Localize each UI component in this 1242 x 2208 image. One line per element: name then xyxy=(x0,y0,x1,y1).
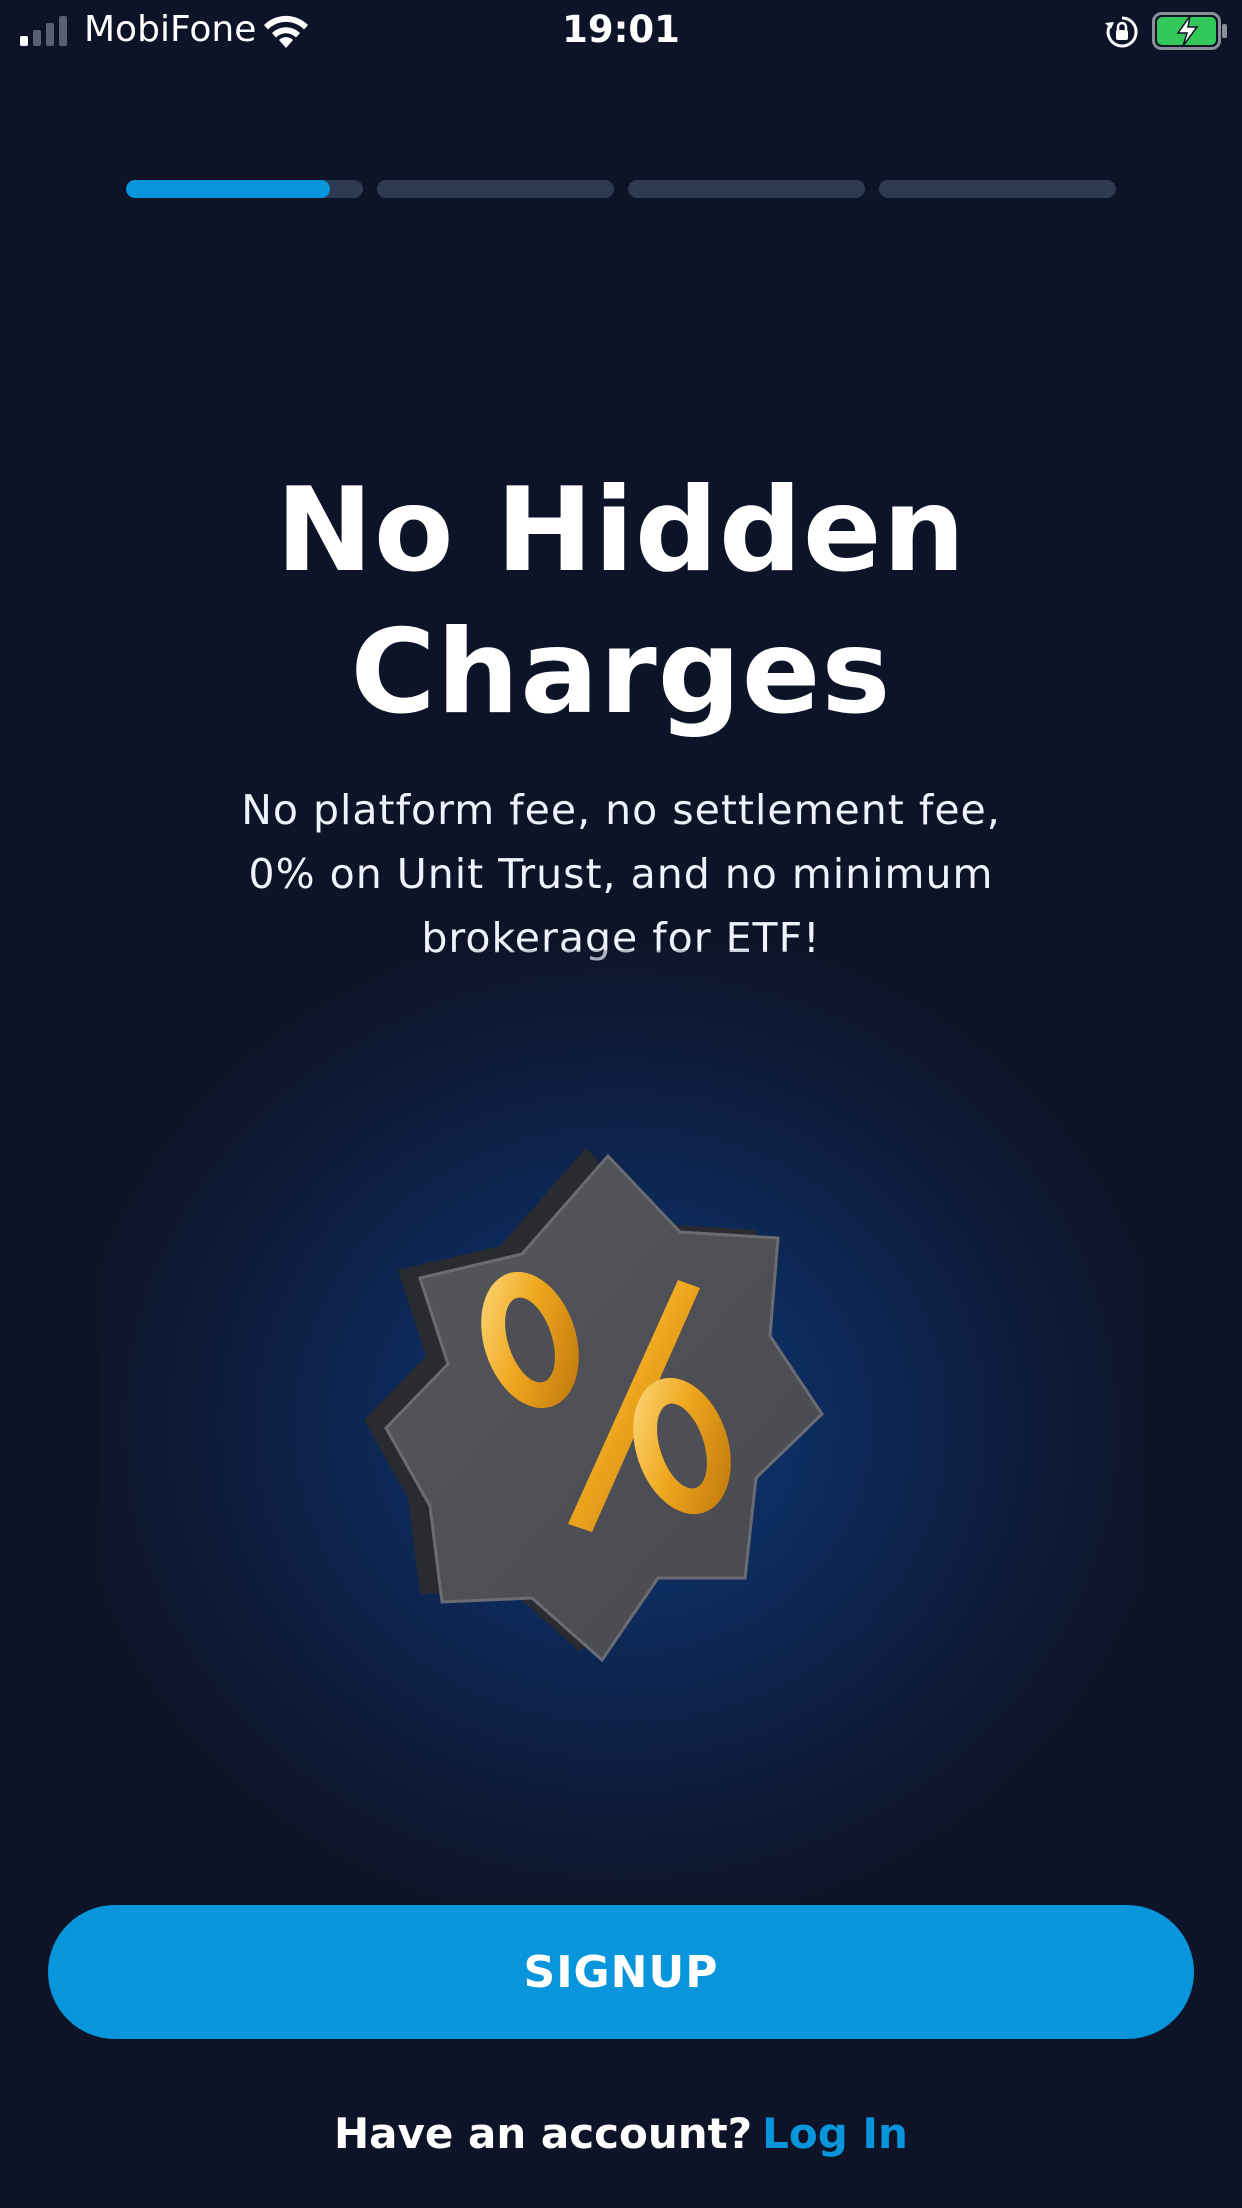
status-bar: MobiFone 19:01 xyxy=(0,0,1242,62)
subtitle-line-1: No platform fee, no settlement fee, xyxy=(241,786,1001,834)
page-title: No Hidden Charges xyxy=(0,460,1242,744)
progress-step-1-fill xyxy=(126,180,330,198)
have-account-text: Have an account? xyxy=(334,2109,753,2158)
title-line-1: No Hidden xyxy=(275,463,967,598)
login-link[interactable]: Log In xyxy=(762,2109,908,2158)
progress-step-4 xyxy=(879,180,1116,198)
status-time: 19:01 xyxy=(562,8,680,51)
percent-badge-icon xyxy=(364,1148,824,1663)
title-line-2: Charges xyxy=(350,605,892,740)
progress-step-1 xyxy=(126,180,363,198)
orientation-lock-icon xyxy=(1105,16,1138,48)
progress-step-2 xyxy=(377,180,614,198)
progress-step-3 xyxy=(628,180,865,198)
page-subtitle: No platform fee, no settlement fee, 0% o… xyxy=(221,778,1021,970)
battery-charging-icon xyxy=(1152,12,1227,50)
subtitle-line-2: 0% on Unit Trust, and no minimum xyxy=(248,850,994,898)
onboarding-progress xyxy=(126,180,1116,198)
signup-button[interactable]: SIGNUP xyxy=(48,1905,1194,2039)
login-prompt: Have an account? Log In xyxy=(0,2106,1242,2162)
